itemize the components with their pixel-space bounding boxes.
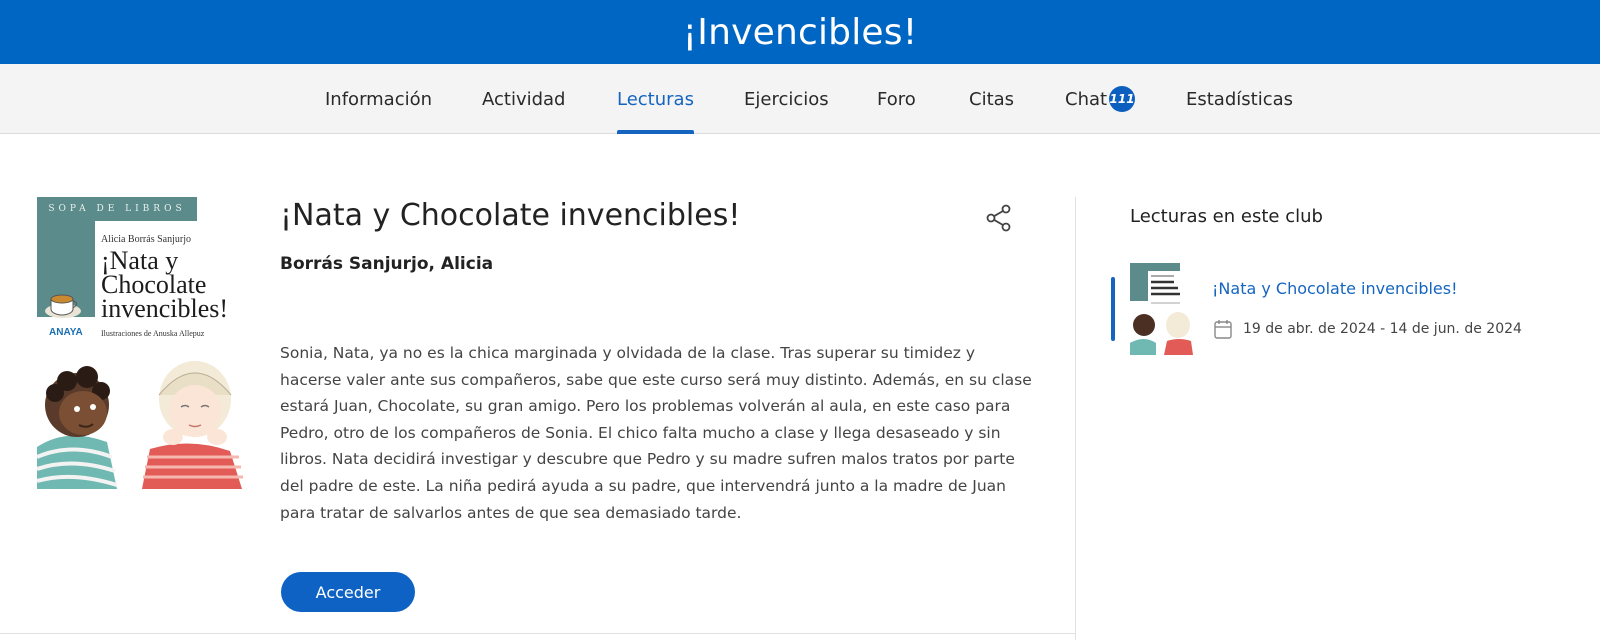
active-reading-indicator bbox=[1111, 277, 1115, 341]
tab-actividad[interactable]: Actividad bbox=[482, 64, 566, 134]
cover-publisher: ANAYA bbox=[49, 327, 83, 338]
reading-dates: 19 de abr. de 2024 - 14 de jun. de 2024 bbox=[1243, 321, 1522, 337]
tab-citas[interactable]: Citas bbox=[969, 64, 1014, 134]
tab-chat[interactable]: Chat 111 bbox=[1065, 64, 1136, 134]
column-divider bbox=[1075, 197, 1076, 640]
cover-illustrator: Ilustraciones de Anuska Allepuz bbox=[101, 329, 205, 338]
tab-informacion[interactable]: Información bbox=[325, 64, 432, 134]
cover-title: ¡Nata y Chocolate invencibles! bbox=[101, 248, 229, 323]
book-description: Sonia, Nata, ya no es la chica marginada… bbox=[280, 344, 1032, 522]
tab-foro[interactable]: Foro bbox=[877, 64, 916, 134]
sidebar-heading: Lecturas en este club bbox=[1130, 206, 1323, 227]
cover-series: SOPA DE LIBROS bbox=[37, 197, 197, 221]
content-bottom-divider bbox=[0, 633, 1075, 634]
tab-ejercicios[interactable]: Ejercicios bbox=[744, 64, 829, 134]
calendar-icon bbox=[1214, 320, 1232, 339]
club-header: ¡Invencibles! bbox=[0, 0, 1600, 64]
tab-lecturas[interactable]: Lecturas bbox=[603, 64, 708, 134]
cover-author: Alicia Borrás Sanjurjo bbox=[101, 234, 191, 245]
share-icon[interactable] bbox=[986, 204, 1012, 232]
reading-thumbnail[interactable] bbox=[1130, 263, 1193, 355]
cup-illustration bbox=[45, 294, 81, 318]
cover-title-line-3: invencibles! bbox=[101, 294, 229, 323]
book-author: Borrás Sanjurjo, Alicia bbox=[280, 254, 494, 274]
club-nav: Información Actividad Lecturas Ejercicio… bbox=[0, 64, 1600, 134]
tab-chat-label: Chat bbox=[1065, 88, 1108, 110]
book-cover: SOPA DE LIBROS Alicia Borrás Sanjurjo ¡N… bbox=[37, 197, 244, 489]
tab-estadisticas[interactable]: Estadísticas bbox=[1186, 64, 1293, 134]
book-title: ¡Nata y Chocolate invencibles! bbox=[280, 198, 741, 233]
cover-children-illustration bbox=[37, 347, 244, 489]
chat-count-badge: 111 bbox=[1109, 86, 1136, 112]
club-title: ¡Invencibles! bbox=[682, 11, 918, 53]
access-button[interactable]: Acceder bbox=[281, 572, 415, 612]
tab-lecturas-label: Lecturas bbox=[617, 88, 694, 110]
reading-title-link[interactable]: ¡Nata y Chocolate invencibles! bbox=[1212, 279, 1458, 298]
